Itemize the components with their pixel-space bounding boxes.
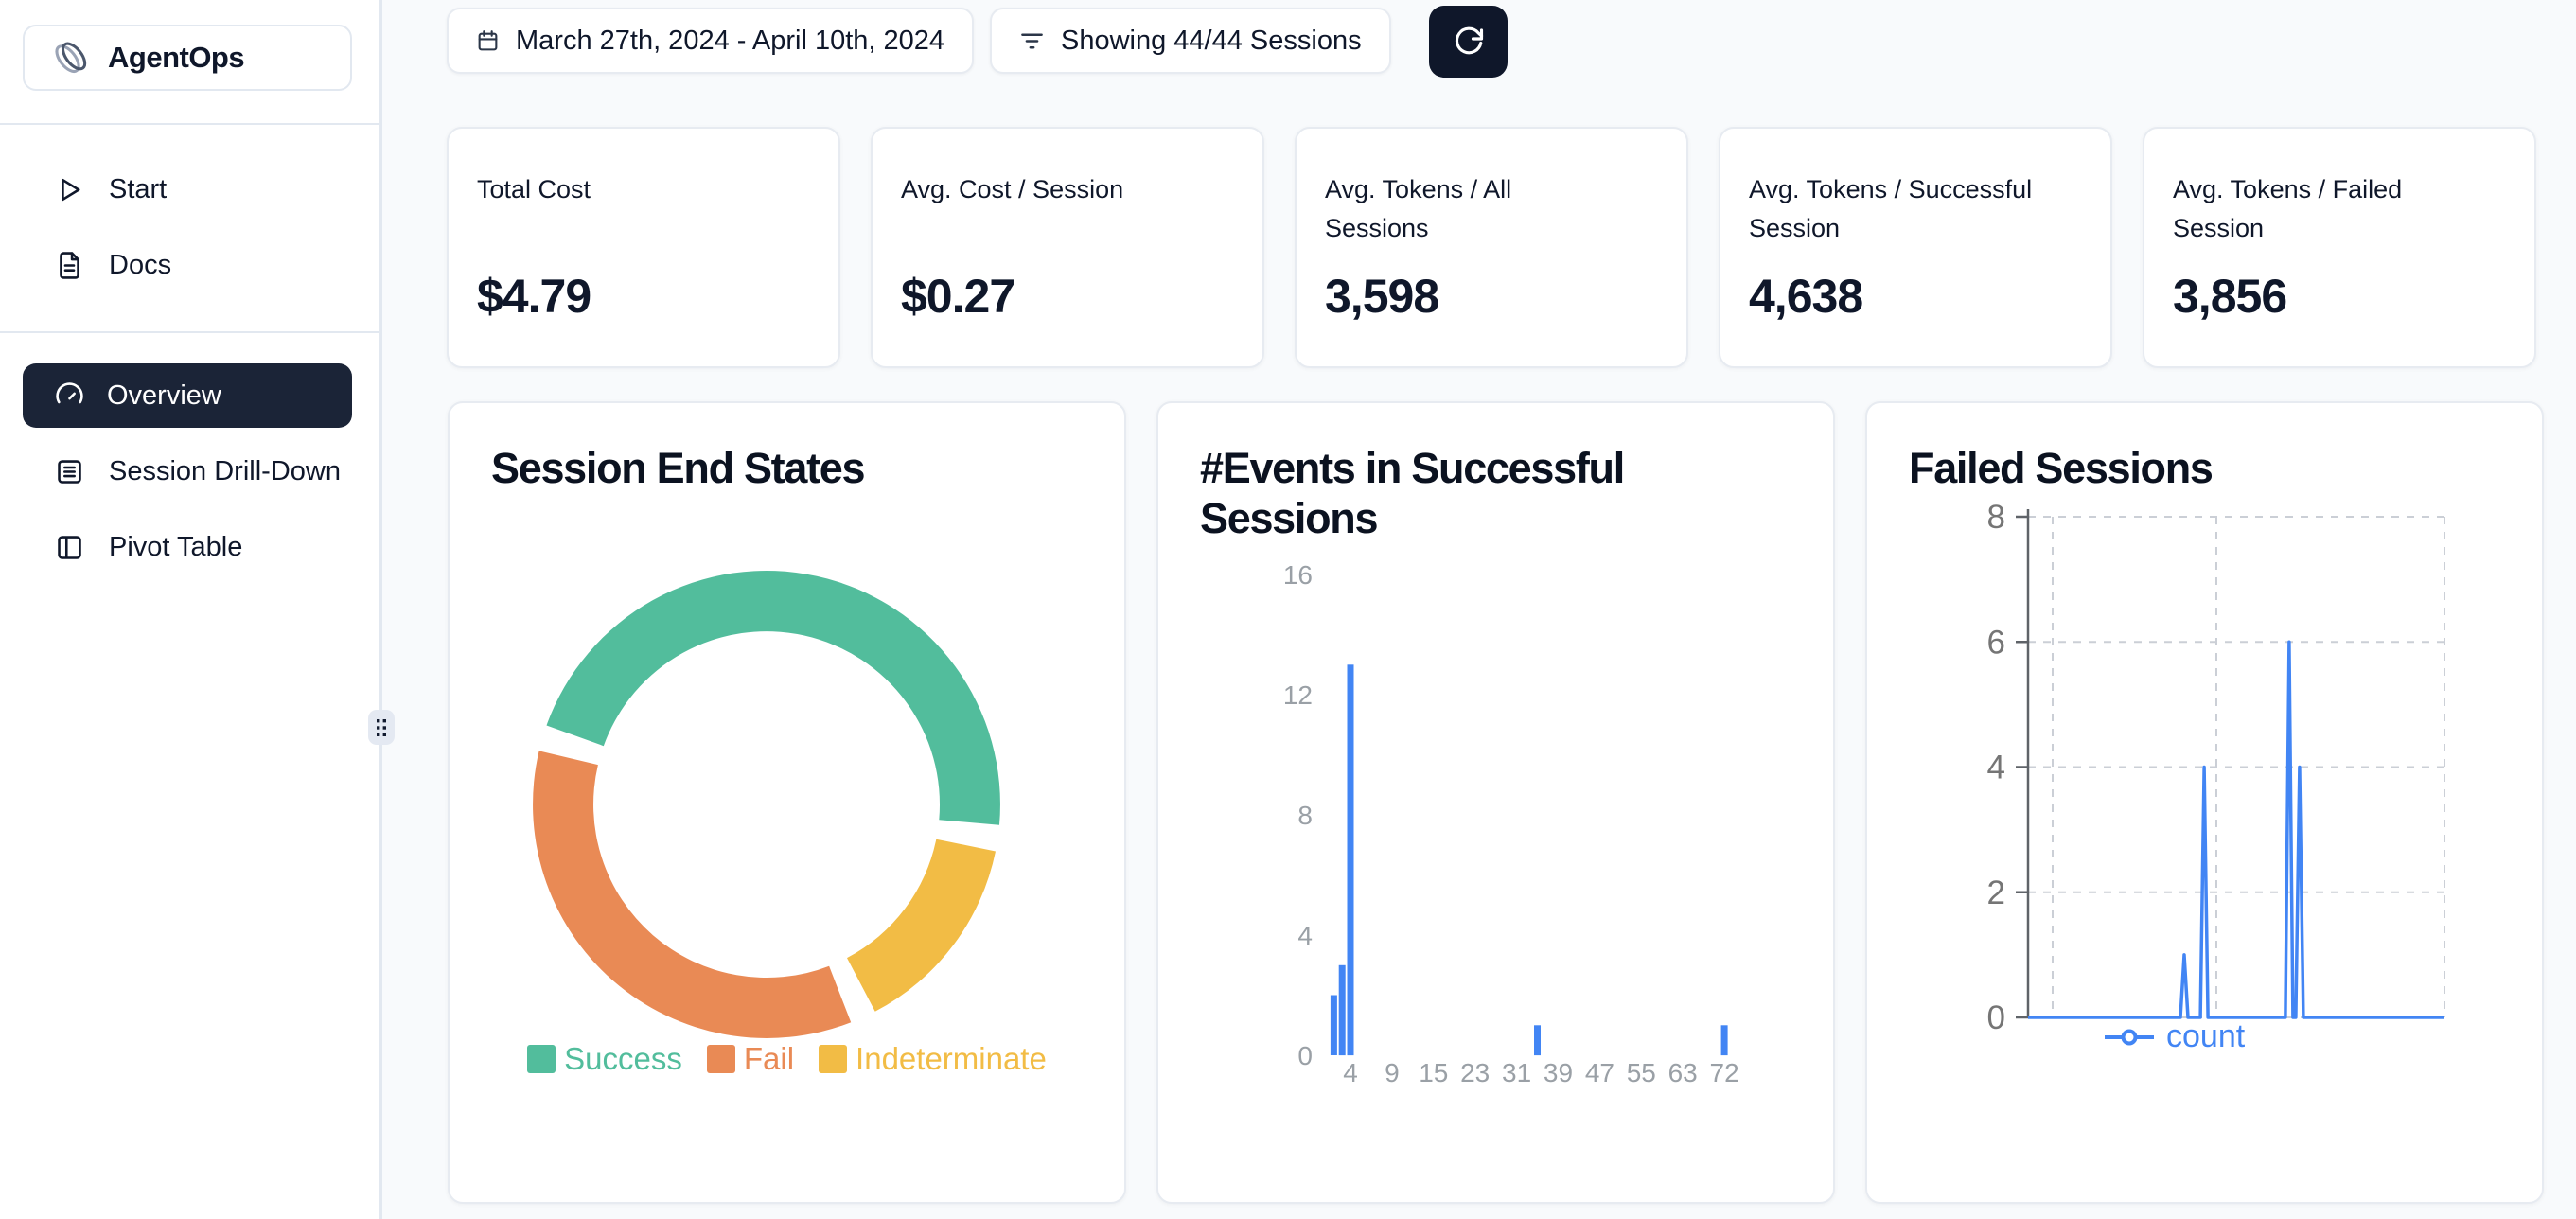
stat-label: Avg. Tokens / Failed Session [2173,170,2468,247]
app-title: AgentOps [108,41,244,75]
svg-text:31: 31 [1502,1058,1531,1087]
stat-label: Avg. Tokens / All Sessions [1325,170,1620,247]
events-histogram-chart: 0481216491523313947556372 [1158,403,1837,1206]
svg-text:23: 23 [1460,1058,1490,1087]
stat-card-avg-tokens-failed: Avg. Tokens / Failed Session 3,856 [2143,127,2536,368]
grip-dots-icon [375,717,388,738]
failed-sessions-line-chart: 0 2 4 6 8 [1867,403,2546,1206]
stat-value: $0.27 [901,269,1015,324]
stat-value: 4,638 [1749,269,1862,324]
sessions-filter-button[interactable]: Showing 44/44 Sessions [990,8,1391,74]
stat-value: 3,598 [1325,269,1438,324]
stat-label: Total Cost [477,170,772,209]
svg-text:0: 0 [1297,1041,1313,1070]
sidebar: AgentOps Start Docs Overview [0,0,382,1219]
legend-label: Fail [744,1041,794,1077]
donut-legend: Success Fail Indeterminate [450,1041,1124,1077]
refresh-button[interactable] [1429,6,1508,78]
sidebar-divider [0,123,382,125]
chart-card-failed-sessions: Failed Sessions 02468 count [1865,401,2544,1204]
svg-text:6: 6 [1987,624,2005,661]
legend-label: Indeterminate [856,1041,1047,1077]
refresh-icon [1452,25,1486,59]
play-icon [55,175,84,204]
legend-item-success: Success [527,1041,682,1077]
chart-card-events-in-successful-sessions: #Events in Successful Sessions 048121649… [1156,401,1835,1204]
svg-text:15: 15 [1419,1058,1448,1087]
legend-swatch [527,1045,556,1073]
calendar-icon [476,28,500,53]
stat-card-total-cost: Total Cost $4.79 [447,127,840,368]
sidebar-item-label: Start [109,174,167,205]
sidebar-item-label: Docs [109,250,171,281]
svg-text:2: 2 [1987,874,2005,911]
legend-swatch [819,1045,847,1073]
svg-text:8: 8 [1297,801,1313,830]
sidebar-resize-handle[interactable] [368,710,395,745]
list-box-icon [55,457,84,486]
svg-text:8: 8 [1987,499,2005,536]
sidebar-item-start[interactable]: Start [0,161,382,218]
legend-label: Success [564,1041,682,1077]
svg-text:16: 16 [1283,560,1313,590]
legend-swatch [707,1045,735,1073]
date-range-button[interactable]: March 27th, 2024 - April 10th, 2024 [447,8,974,74]
sidebar-divider [0,331,382,333]
svg-text:55: 55 [1627,1058,1656,1087]
count-legend: count [2104,1018,2245,1055]
stat-value: $4.79 [477,269,591,324]
sidebar-item-docs[interactable]: Docs [0,237,382,293]
sidebar-item-session-drill-down[interactable]: Session Drill-Down [0,443,382,500]
stat-value: 3,856 [2173,269,2286,324]
sessions-filter-label: Showing 44/44 Sessions [1061,26,1362,57]
svg-text:39: 39 [1544,1058,1573,1087]
svg-text:4: 4 [1987,750,2005,786]
count-legend-label: count [2166,1018,2245,1055]
count-series-icon [2104,1027,2155,1048]
sidebar-item-label: Pivot Table [109,532,242,563]
legend-item-fail: Fail [707,1041,794,1077]
stat-label: Avg. Tokens / Successful Session [1749,170,2044,247]
logo[interactable]: AgentOps [23,25,352,91]
stat-label: Avg. Cost / Session [901,170,1196,209]
date-range-label: March 27th, 2024 - April 10th, 2024 [516,26,944,57]
svg-text:0: 0 [1987,999,2005,1036]
gauge-icon [55,381,84,411]
svg-text:4: 4 [1297,921,1313,950]
stat-card-avg-tokens-all: Avg. Tokens / All Sessions 3,598 [1295,127,1688,368]
document-icon [55,251,84,280]
session-end-states-donut-chart [450,403,1128,1206]
sidebar-item-overview[interactable]: Overview [23,363,352,428]
filter-icon [1019,28,1045,54]
svg-text:9: 9 [1385,1058,1400,1087]
chart-card-session-end-states: Session End States Success Fail Indeterm… [448,401,1126,1204]
stat-card-avg-cost-session: Avg. Cost / Session $0.27 [871,127,1264,368]
sidebar-item-label: Session Drill-Down [109,456,341,487]
agentops-logo-icon [49,36,93,80]
svg-text:72: 72 [1710,1058,1739,1087]
stat-card-avg-tokens-successful: Avg. Tokens / Successful Session 4,638 [1719,127,2112,368]
panel-left-icon [55,533,84,562]
sidebar-item-pivot-table[interactable]: Pivot Table [0,519,382,575]
svg-text:47: 47 [1585,1058,1614,1087]
svg-text:63: 63 [1668,1058,1698,1087]
svg-text:12: 12 [1283,680,1313,710]
sidebar-item-label: Overview [107,380,221,412]
svg-text:4: 4 [1343,1058,1358,1087]
legend-item-indeterminate: Indeterminate [819,1041,1047,1077]
